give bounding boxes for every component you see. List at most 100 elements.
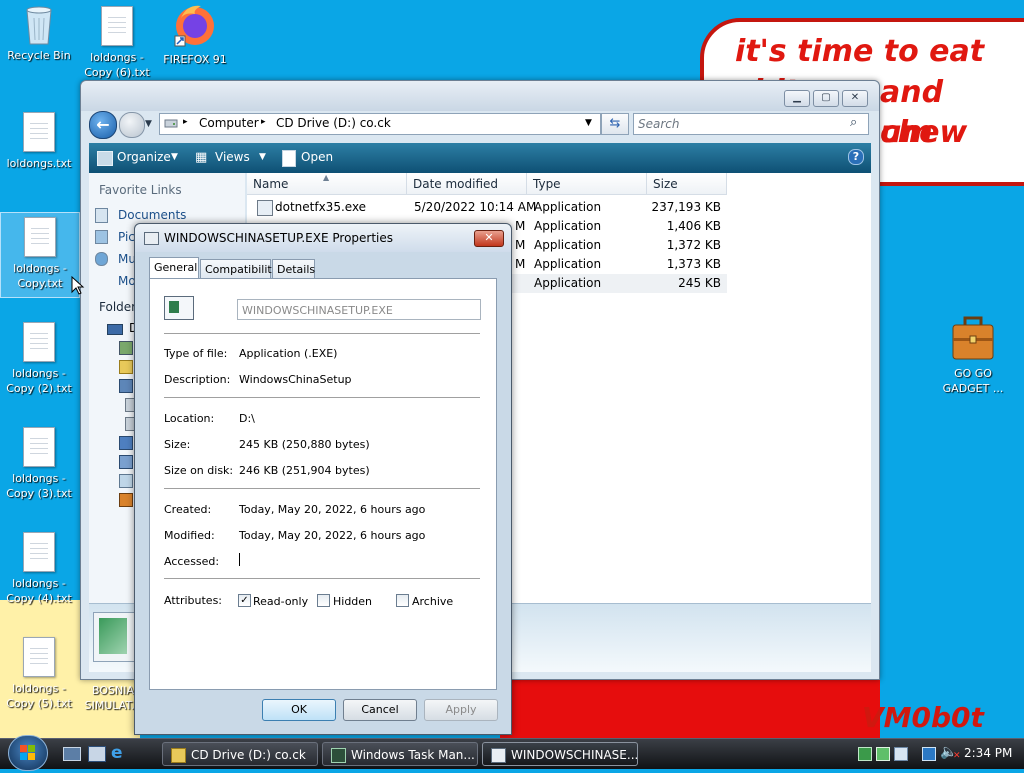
tab-details[interactable]: Details — [272, 259, 315, 278]
recent-pages-chevron-icon[interactable]: ▼ — [145, 119, 152, 129]
column-header-size[interactable]: Size — [647, 173, 727, 195]
ok-button[interactable]: OK — [262, 699, 336, 721]
executable-icon — [491, 748, 506, 763]
documents-icon — [95, 208, 108, 223]
explorer-titlebar[interactable] — [81, 81, 879, 111]
folder-icon — [119, 360, 133, 374]
mouse-cursor-icon — [71, 275, 85, 296]
archive-label[interactable]: Archive — [412, 595, 453, 608]
briefcase-icon — [951, 316, 995, 362]
filename-field[interactable]: WINDOWSCHINASETUP.EXE — [237, 299, 481, 320]
breadcrumb-computer[interactable]: Computer — [199, 116, 259, 130]
modified-value: Today, May 20, 2022, 6 hours ago — [239, 529, 426, 542]
dialog-close-button[interactable]: ✕ — [474, 230, 504, 247]
tray-network-icon[interactable] — [858, 747, 872, 761]
file-date: M — [515, 219, 526, 233]
open-icon — [282, 150, 296, 167]
tray-monitor-icon[interactable] — [894, 747, 908, 761]
address-dropdown-icon[interactable]: ▼ — [585, 118, 592, 128]
sort-arrow-icon: ▲ — [323, 173, 330, 182]
clock[interactable]: 2:34 PM — [964, 746, 1012, 760]
apply-button[interactable]: Apply — [424, 699, 498, 721]
close-button[interactable]: ✕ — [842, 90, 868, 107]
taskbar: e CD Drive (D:) co.ck Windows Task Man..… — [0, 735, 1024, 771]
readonly-label[interactable]: Read-only — [253, 595, 308, 608]
address-bar[interactable]: ▸ Computer ▸ CD Drive (D:) co.ck ▼ — [159, 113, 601, 135]
executable-icon — [257, 200, 273, 216]
task-manager-icon — [331, 748, 346, 763]
tray-network-status-icon[interactable] — [922, 747, 936, 761]
taskbar-button-properties[interactable]: WINDOWSCHINASE... — [482, 742, 638, 766]
tab-general[interactable]: General — [149, 257, 199, 279]
readonly-checkbox[interactable]: ✓ — [238, 594, 251, 607]
desktop-icon-loldongs-copy-2[interactable]: loldongs - Copy (2).txt — [0, 322, 78, 396]
desktop-icon-loldongs-copy-5[interactable]: loldongs - Copy (5).txt — [0, 637, 78, 711]
cancel-button[interactable]: Cancel — [343, 699, 417, 721]
desktop-icon-loldongs-copy[interactable]: loldongs - Copy.txt — [0, 212, 80, 298]
minimize-button[interactable]: ▁ — [784, 90, 810, 107]
column-header-type-label: Type — [533, 177, 561, 191]
desktop-icon-loldongs[interactable]: loldongs.txt — [0, 112, 78, 171]
column-header-date[interactable]: Date modified — [407, 173, 527, 195]
switch-windows-icon[interactable] — [88, 746, 106, 762]
control-panel-icon — [119, 455, 133, 469]
maximize-button[interactable]: ▢ — [813, 90, 839, 107]
organize-button[interactable]: Organize — [117, 150, 171, 164]
description-label: Description: — [164, 373, 231, 386]
file-type: Application — [534, 276, 602, 290]
file-size: 1,372 KB — [666, 238, 721, 252]
desktop-icon-loldongs-copy-3[interactable]: loldongs - Copy (3).txt — [0, 427, 78, 501]
start-button[interactable] — [8, 735, 48, 771]
taskbar-button-task-manager[interactable]: Windows Task Man... — [322, 742, 478, 766]
file-date: M — [515, 257, 526, 271]
attributes-label: Attributes: — [164, 594, 223, 607]
help-icon[interactable]: ? — [848, 149, 864, 165]
nav-link-documents[interactable]: Documents — [118, 208, 186, 222]
hidden-checkbox[interactable] — [317, 594, 330, 607]
taskbar-button-cd-drive[interactable]: CD Drive (D:) co.ck — [162, 742, 318, 766]
chevron-down-icon[interactable]: ▼ — [259, 152, 266, 162]
size-label: Size: — [164, 438, 191, 451]
hidden-label[interactable]: Hidden — [333, 595, 372, 608]
desktop-icon-loldongs-copy-4[interactable]: loldongs - Copy (4).txt — [0, 532, 78, 606]
dialog-titlebar[interactable]: WINDOWSCHINASETUP.EXE Properties — [135, 224, 511, 252]
file-row[interactable]: dotnetfx35.exe 5/20/2022 10:14 AM Applic… — [247, 198, 727, 217]
command-bar: Organize ▼ ▦ Views ▼ Open ? — [89, 143, 871, 173]
desktop-icon-recycle-bin[interactable]: Recycle Bin — [0, 4, 78, 63]
location-label: Location: — [164, 412, 215, 425]
folder-icon — [171, 748, 186, 763]
tab-compatibility[interactable]: Compatibility — [200, 259, 278, 278]
desktop-icon-loldongs-copy-6[interactable]: loldongs - Copy (6).txt — [78, 6, 156, 80]
search-icon[interactable]: ⌕ — [850, 115, 857, 130]
folder-icon — [119, 341, 133, 355]
created-label: Created: — [164, 503, 212, 516]
briefcase-icon — [119, 493, 133, 507]
modified-label: Modified: — [164, 529, 215, 542]
desktop-icon-go-go-gadget[interactable]: GO GO GADGET ... — [934, 316, 1012, 396]
archive-checkbox[interactable] — [396, 594, 409, 607]
wallpaper-text-line-3: um — [880, 115, 933, 150]
type-of-file-value: Application (.EXE) — [239, 347, 338, 360]
desktop-icon-firefox[interactable]: FIREFOX 91 — [156, 2, 234, 67]
views-button[interactable]: Views — [215, 150, 250, 164]
search-input[interactable]: Search ⌕ — [633, 113, 869, 135]
size-on-disk-value: 246 KB (251,904 bytes) — [239, 464, 370, 477]
music-icon — [95, 252, 108, 266]
back-arrow-icon[interactable]: ← — [89, 111, 117, 139]
refresh-icon[interactable]: ⇆ — [601, 113, 629, 135]
text-file-icon — [101, 6, 133, 46]
breadcrumb-cd-drive[interactable]: CD Drive (D:) co.ck — [276, 116, 391, 130]
text-file-icon — [23, 637, 55, 677]
breadcrumb-chevron-icon: ▸ — [183, 117, 188, 127]
open-button[interactable]: Open — [301, 150, 333, 164]
internet-explorer-icon[interactable]: e — [111, 743, 123, 763]
taskbar-button-label: CD Drive (D:) co.ck — [191, 748, 306, 762]
show-desktop-icon[interactable] — [63, 747, 81, 761]
tray-app-icon[interactable] — [876, 747, 890, 761]
search-placeholder: Search — [638, 117, 680, 131]
column-header-name-label: Name — [253, 177, 289, 191]
forward-arrow-icon[interactable] — [119, 112, 145, 138]
nav-link-pictures[interactable]: Pic — [118, 230, 135, 244]
chevron-down-icon[interactable]: ▼ — [171, 152, 178, 162]
column-header-type[interactable]: Type — [527, 173, 647, 195]
